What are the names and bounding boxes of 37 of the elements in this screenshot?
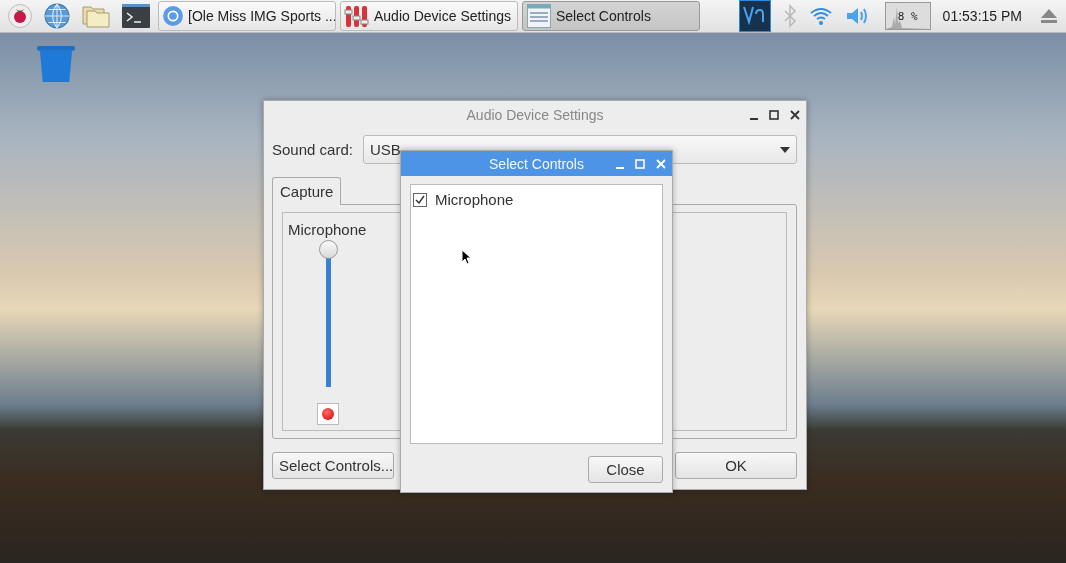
folder-icon[interactable] bbox=[82, 4, 110, 28]
close-button[interactable] bbox=[790, 109, 800, 120]
checkbox-label: Microphone bbox=[435, 191, 514, 208]
maximize-icon bbox=[769, 109, 779, 120]
trash-icon bbox=[37, 46, 75, 82]
terminal-icon[interactable] bbox=[122, 4, 150, 28]
mouse-cursor bbox=[461, 249, 471, 265]
field-label: Sound card: bbox=[272, 141, 353, 158]
cpu-monitor[interactable]: 8 % bbox=[884, 2, 931, 30]
wifi-icon[interactable] bbox=[808, 6, 833, 26]
button[interactable]: OK bbox=[675, 452, 797, 479]
clock-text[interactable]: 01:53:15 PM bbox=[942, 8, 1022, 24]
vnc-icon[interactable] bbox=[738, 0, 771, 32]
taskbar-button[interactable]: [Ole Miss IMG Sports ... bbox=[158, 1, 336, 31]
checkbox[interactable] bbox=[413, 192, 427, 207]
circle-icon bbox=[162, 5, 184, 27]
minimize-icon bbox=[750, 117, 758, 120]
raspberry-icon[interactable] bbox=[8, 4, 32, 28]
list-icon bbox=[526, 4, 552, 28]
window-title: Audio Device Settings bbox=[466, 106, 604, 123]
close-icon bbox=[656, 158, 666, 169]
close-button[interactable]: Close bbox=[588, 456, 663, 483]
globe-icon[interactable] bbox=[44, 3, 70, 29]
caret-icon bbox=[780, 146, 790, 153]
channel-label: Microphone bbox=[288, 221, 367, 238]
taskbar-button[interactable]: Select Controls bbox=[522, 1, 700, 31]
minimize-icon bbox=[616, 166, 624, 169]
record-toggle[interactable] bbox=[317, 403, 339, 425]
button[interactable]: Select Controls... bbox=[272, 452, 394, 479]
taskbar-button[interactable]: Audio Device Settings bbox=[340, 1, 518, 31]
maximize-button[interactable] bbox=[769, 109, 779, 120]
eject-icon[interactable] bbox=[1040, 8, 1058, 24]
maximize-icon bbox=[635, 158, 645, 169]
slider-handle[interactable] bbox=[318, 240, 338, 259]
slider-icon bbox=[344, 4, 370, 28]
close-icon bbox=[790, 109, 800, 120]
tab[interactable]: Capture bbox=[272, 177, 342, 205]
